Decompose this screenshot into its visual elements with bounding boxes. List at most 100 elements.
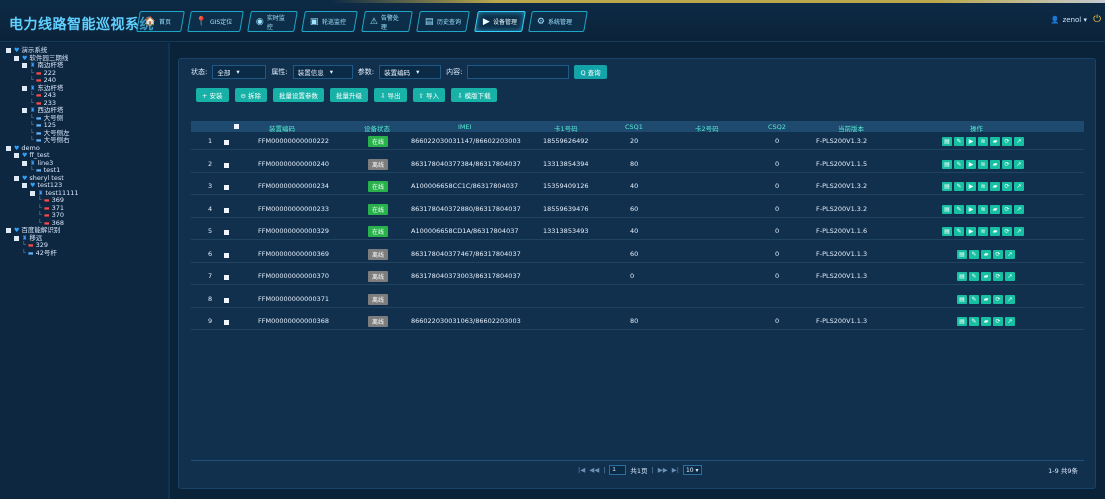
edit-icon[interactable]: ✎ (969, 272, 979, 281)
tree-node[interactable]: └ ▬ 329 (6, 241, 162, 250)
row-checkbox[interactable] (224, 139, 229, 147)
play-icon[interactable]: ▶ (966, 204, 976, 214)
detail-icon[interactable]: ▤ (942, 159, 952, 169)
share-icon[interactable]: ↗ (1014, 159, 1024, 169)
detail-icon[interactable]: ▤ (957, 294, 967, 304)
tree-node[interactable]: ♥ ff_test (6, 151, 162, 160)
refresh-icon[interactable]: ⟳ (1002, 137, 1012, 146)
tree-node[interactable]: └ ▬ 233 (6, 99, 162, 108)
table-row[interactable]: 5 FFM00000000000329 在线 A100006658CD1A/86317… (191, 223, 1084, 240)
table-row[interactable]: 2 FFM00000000000240 离线 863178040377384/8631… (191, 156, 1084, 173)
detail-icon[interactable]: ▤ (957, 272, 967, 281)
row-checkbox[interactable] (224, 184, 229, 192)
detail-icon[interactable]: ▤ (957, 317, 967, 326)
detail-icon[interactable]: ▤ (942, 204, 952, 214)
tree-node[interactable]: ♜ 移远 (6, 234, 162, 243)
share-icon[interactable]: ↗ (1005, 317, 1015, 326)
user-menu[interactable]: 👤 zenol ▾ (1051, 16, 1087, 24)
refresh-icon[interactable]: ⟳ (1002, 227, 1012, 236)
detail-icon[interactable]: ▤ (957, 249, 967, 259)
edit-icon[interactable]: ✎ (954, 159, 964, 169)
wifi-icon[interactable]: ≋ (978, 204, 988, 214)
toggle-icon[interactable] (22, 63, 27, 69)
import-button[interactable]: ⇧ 导入 (412, 88, 446, 102)
refresh-icon[interactable]: ⟳ (1002, 204, 1012, 214)
nav-camera[interactable]: ◉ 实时监控 (247, 11, 298, 32)
battery-icon[interactable]: ▰ (981, 294, 991, 304)
toggle-icon[interactable] (14, 175, 19, 181)
tree-node[interactable]: └ ▬ 370 (6, 211, 162, 220)
refresh-icon[interactable]: ⟳ (1002, 182, 1012, 191)
table-row[interactable]: 3 FFM00000000000234 在线 A100006658CC1C/86317… (191, 178, 1084, 195)
nav-gear[interactable]: ⚙ 系统管理 (528, 11, 588, 32)
toggle-icon[interactable] (14, 55, 19, 61)
battery-icon[interactable]: ▰ (981, 249, 991, 259)
refresh-icon[interactable]: ⟳ (1002, 159, 1012, 169)
tree-node[interactable]: ♥ 软件园三期线 (6, 54, 162, 63)
share-icon[interactable]: ↗ (1014, 137, 1024, 146)
attr-select[interactable]: 装置信息 ▾ (292, 65, 353, 79)
tree-node[interactable]: └ ▬ 42号杆 (6, 249, 162, 258)
detail-icon[interactable]: ▤ (942, 137, 952, 146)
refresh-icon[interactable]: ⟳ (993, 294, 1003, 304)
param-select[interactable]: 装置编码 ▾ (379, 65, 442, 79)
toggle-icon[interactable] (6, 228, 11, 234)
tree-node[interactable]: ♥ sheryl test (6, 174, 162, 183)
tree-node[interactable]: └ ▬ 371 (6, 204, 162, 213)
toggle-icon[interactable] (22, 85, 27, 91)
tree-node[interactable]: ♜ test11111 (6, 189, 162, 198)
wifi-icon[interactable]: ≋ (978, 159, 988, 169)
wifi-icon[interactable]: ≋ (978, 182, 988, 191)
edit-icon[interactable]: ✎ (954, 204, 964, 214)
prev-page-icon[interactable]: ◀◀ (589, 466, 599, 474)
share-icon[interactable]: ↗ (1005, 249, 1015, 259)
last-page-icon[interactable]: ▶| (672, 466, 679, 474)
battery-icon[interactable]: ▰ (990, 227, 1000, 236)
share-icon[interactable]: ↗ (1014, 227, 1024, 236)
nav-device[interactable]: ▶ 设备管理 (474, 11, 526, 32)
share-icon[interactable]: ↗ (1005, 294, 1015, 304)
batch-params-button[interactable]: 批量设置参数 (273, 88, 325, 102)
toggle-icon[interactable] (14, 153, 19, 159)
install-button[interactable]: + 安装 (196, 88, 229, 102)
first-page-icon[interactable]: |◀ (578, 466, 585, 474)
battery-icon[interactable]: ▰ (981, 272, 991, 281)
edit-icon[interactable]: ✎ (954, 227, 964, 236)
refresh-icon[interactable]: ⟳ (993, 272, 1003, 281)
tree-node[interactable]: └ ▬ 369 (6, 196, 162, 205)
battery-icon[interactable]: ▰ (981, 317, 991, 326)
toggle-icon[interactable] (30, 190, 35, 196)
play-icon[interactable]: ▶ (966, 137, 976, 146)
share-icon[interactable]: ↗ (1005, 272, 1015, 281)
share-icon[interactable]: ↗ (1014, 204, 1024, 214)
query-button[interactable]: Q 查询 (574, 65, 607, 79)
edit-icon[interactable]: ✎ (969, 294, 979, 304)
table-row[interactable]: 1 FFM00000000000222 在线 866022030031147/8660… (191, 133, 1084, 150)
content-input[interactable] (467, 65, 570, 79)
battery-icon[interactable]: ▰ (990, 182, 1000, 191)
row-checkbox[interactable] (224, 229, 229, 237)
table-row[interactable]: 9 FFM00000000000368 离线 866022030031063/8660… (191, 313, 1084, 330)
edit-icon[interactable]: ✎ (954, 137, 964, 146)
row-checkbox[interactable] (224, 274, 229, 282)
next-page-icon[interactable]: ▶▶ (658, 466, 668, 474)
table-row[interactable]: 4 FFM00000000000233 在线 863178040372880/8631… (191, 201, 1084, 218)
row-checkbox[interactable] (224, 297, 229, 305)
detail-icon[interactable]: ▤ (942, 227, 952, 236)
play-icon[interactable]: ▶ (966, 159, 976, 169)
table-row[interactable]: 7 FFM00000000000370 离线 863178040373003/8631… (191, 268, 1084, 285)
export-button[interactable]: ⇩ 导出 (374, 88, 407, 102)
battery-icon[interactable]: ▰ (990, 204, 1000, 214)
nav-warning[interactable]: ⚠ 告警处理 (361, 11, 413, 32)
toggle-icon[interactable] (6, 145, 11, 151)
row-checkbox[interactable] (224, 319, 229, 327)
battery-icon[interactable]: ▰ (990, 137, 1000, 146)
select-all-checkbox[interactable] (234, 123, 239, 131)
nav-video[interactable]: ▣ 轮巡监控 (301, 11, 358, 32)
wifi-icon[interactable]: ≋ (978, 227, 988, 236)
batch-upgrade-button[interactable]: 批量升级 (330, 88, 369, 102)
power-icon[interactable]: ⏻ (1093, 14, 1101, 25)
tree-node[interactable]: ♥ test123 (6, 181, 162, 190)
toggle-icon[interactable] (14, 235, 19, 241)
remove-button[interactable]: ⊖ 拆除 (234, 88, 268, 102)
